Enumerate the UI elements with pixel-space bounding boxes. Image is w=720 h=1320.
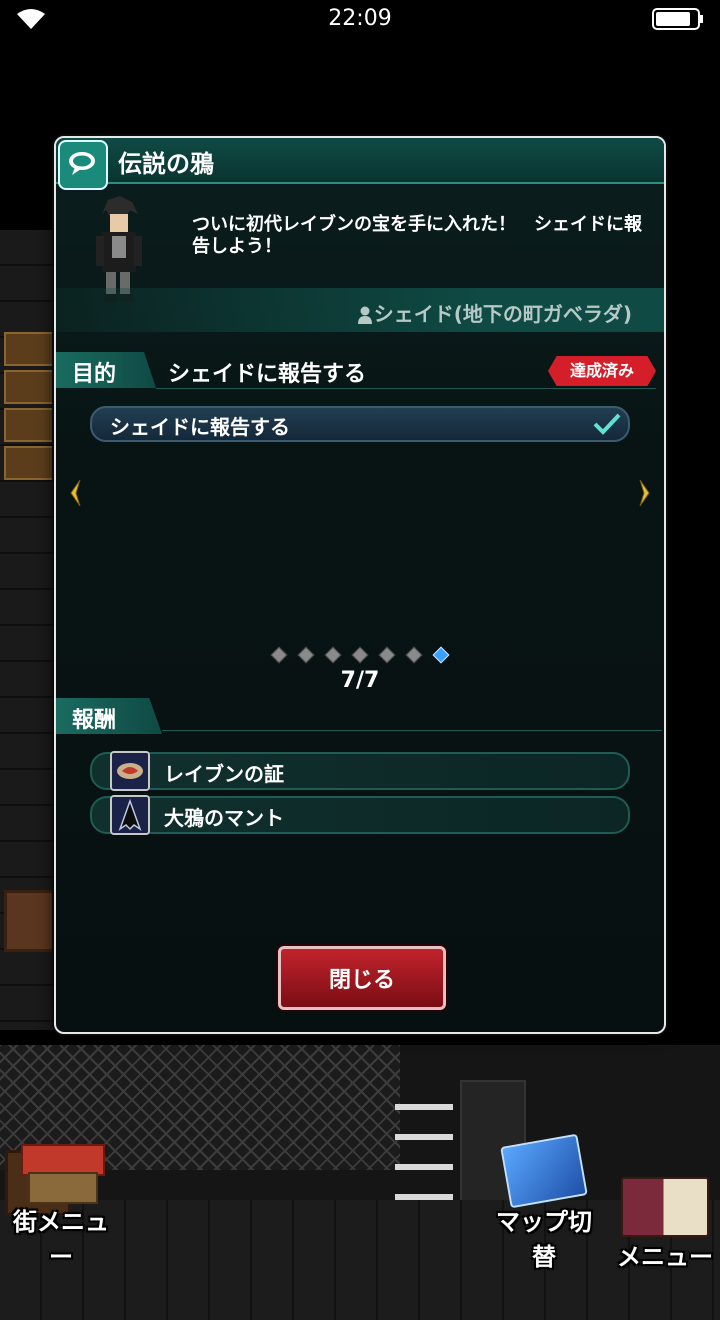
wall-sign: [4, 370, 54, 404]
map-switch-button[interactable]: マップ切替: [488, 1133, 600, 1272]
page-dot: [270, 646, 288, 664]
npc-name: シェイド(地下の町ガベラダ): [373, 302, 632, 326]
town-house-icon: [16, 1144, 106, 1204]
speech-bubble-icon: [58, 140, 108, 190]
reward-label: 大鴉のマント: [164, 806, 284, 830]
reward-item[interactable]: レイブンの証: [90, 751, 630, 791]
person-icon: [357, 306, 372, 324]
rewards-label: 報酬: [72, 708, 117, 733]
objective-tag: 目的: [56, 352, 156, 388]
town-menu-button[interactable]: 街メニュー: [6, 1144, 116, 1272]
chevron-right-icon[interactable]: [638, 478, 652, 508]
wooden-crate: [4, 890, 58, 952]
page-dot: [351, 646, 369, 664]
rewards-tag: 報酬: [56, 698, 162, 734]
page-dot-active: [432, 646, 450, 664]
quest-dialog: 伝説の鴉 ついに初代レイブンの宝を手に入れた！ シェイドに報告しよう！ シェイド…: [54, 136, 666, 1034]
wall-sign: [4, 408, 54, 442]
objective-label: 目的: [72, 362, 117, 387]
emblem-icon: [110, 751, 150, 791]
page-number: 7/7: [340, 668, 380, 693]
objective-item: シェイドに報告する: [90, 406, 630, 442]
main-menu-label: メニュー: [617, 1243, 713, 1271]
check-icon: [593, 413, 621, 435]
objective-item-label: シェイドに報告する: [110, 415, 290, 439]
reward-item[interactable]: 大鴉のマント: [90, 795, 630, 835]
chevron-left-icon[interactable]: [68, 478, 82, 508]
battery-icon: [652, 8, 703, 30]
quest-message: ついに初代レイブンの宝を手に入れた！ シェイドに報告しよう！: [192, 214, 642, 257]
page-dot: [378, 646, 396, 664]
completed-badge: 達成済み: [548, 356, 656, 386]
town-menu-label: 街メニュー: [13, 1208, 109, 1271]
wall-sign: [4, 446, 54, 480]
reward-label: レイブンの証: [164, 762, 284, 786]
wall-sign: [4, 332, 54, 366]
close-button-label: 閉じる: [328, 968, 395, 993]
page-dot: [324, 646, 342, 664]
status-time: 22:09: [328, 6, 392, 31]
close-button[interactable]: 閉じる: [278, 946, 446, 1010]
page-indicator: [56, 646, 664, 665]
divider: [162, 730, 662, 731]
map-switch-label: マップ切替: [496, 1208, 592, 1271]
page-dot: [405, 646, 423, 664]
npc-location-bar: シェイド(地下の町ガベラダ): [56, 288, 664, 332]
status-bar: 22:09: [0, 0, 720, 40]
map-icon: [500, 1133, 588, 1209]
quest-title: 伝説の鴉: [118, 150, 214, 178]
divider: [156, 388, 656, 389]
dialog-title-bar: 伝説の鴉: [56, 138, 664, 190]
cloak-icon: [110, 795, 150, 835]
book-quill-icon: [621, 1177, 709, 1237]
objective-title: シェイドに報告する: [168, 362, 367, 387]
page-dot: [297, 646, 315, 664]
main-menu-button[interactable]: メニュー: [610, 1177, 720, 1272]
ladder: [395, 1080, 453, 1205]
